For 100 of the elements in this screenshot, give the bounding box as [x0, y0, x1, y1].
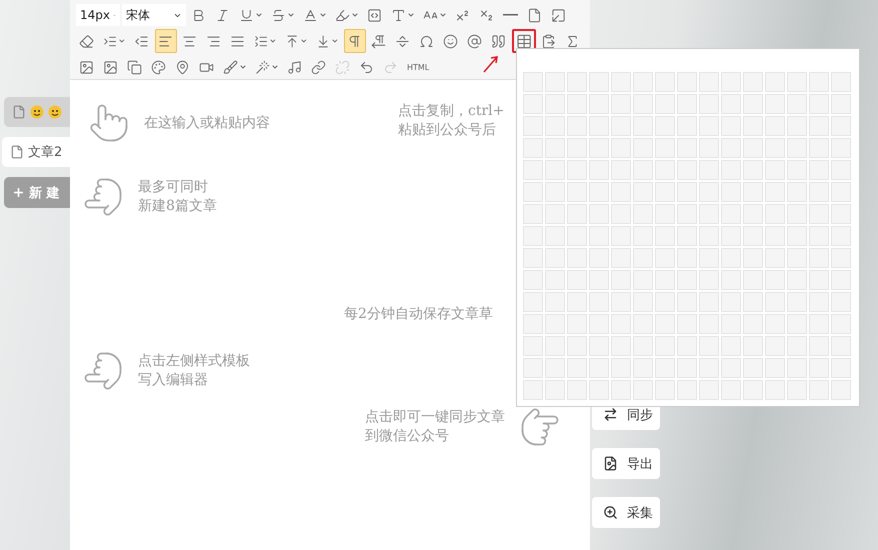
grid-cell[interactable]	[611, 160, 631, 180]
grid-cell[interactable]	[567, 138, 587, 158]
grid-cell[interactable]	[787, 204, 807, 224]
grid-cell[interactable]	[523, 380, 543, 400]
grid-cell[interactable]	[523, 248, 543, 268]
grid-cell[interactable]	[831, 138, 851, 158]
grid-cell[interactable]	[589, 116, 609, 136]
grid-cell[interactable]	[567, 380, 587, 400]
grid-cell[interactable]	[809, 380, 829, 400]
grid-cell[interactable]	[589, 270, 609, 290]
grid-cell[interactable]	[589, 204, 609, 224]
grid-cell[interactable]	[567, 248, 587, 268]
grid-cell[interactable]	[655, 160, 675, 180]
grid-cell[interactable]	[809, 182, 829, 202]
grid-cell[interactable]	[633, 270, 653, 290]
grid-cell[interactable]	[633, 314, 653, 334]
grid-cell[interactable]	[809, 358, 829, 378]
grid-cell[interactable]	[589, 182, 609, 202]
grid-cell[interactable]	[633, 248, 653, 268]
grid-cell[interactable]	[545, 336, 565, 356]
grid-cell[interactable]	[831, 380, 851, 400]
grid-cell[interactable]	[633, 182, 653, 202]
grid-cell[interactable]	[545, 248, 565, 268]
grid-cell[interactable]	[765, 380, 785, 400]
grid-cell[interactable]	[633, 292, 653, 312]
grid-cell[interactable]	[787, 270, 807, 290]
grid-cell[interactable]	[699, 380, 719, 400]
grid-cell[interactable]	[633, 94, 653, 114]
grid-cell[interactable]	[765, 270, 785, 290]
grid-cell[interactable]	[633, 358, 653, 378]
grid-cell[interactable]	[611, 336, 631, 356]
grid-cell[interactable]	[787, 182, 807, 202]
grid-cell[interactable]	[743, 94, 763, 114]
grid-cell[interactable]	[633, 336, 653, 356]
grid-cell[interactable]	[765, 248, 785, 268]
grid-cell[interactable]	[787, 380, 807, 400]
grid-cell[interactable]	[633, 72, 653, 92]
html-button[interactable]: HTML	[404, 55, 432, 79]
grid-cell[interactable]	[677, 116, 697, 136]
grid-cell[interactable]	[655, 138, 675, 158]
grid-cell[interactable]	[611, 292, 631, 312]
grid-cell[interactable]	[523, 182, 543, 202]
grid-cell[interactable]	[787, 336, 807, 356]
grid-cell[interactable]	[765, 94, 785, 114]
grid-cell[interactable]	[677, 292, 697, 312]
grid-cell[interactable]	[743, 270, 763, 290]
grid-cell[interactable]	[567, 116, 587, 136]
grid-cell[interactable]	[809, 160, 829, 180]
grid-cell[interactable]	[809, 226, 829, 246]
grid-cell[interactable]	[655, 358, 675, 378]
grid-cell[interactable]	[567, 292, 587, 312]
grid-cell[interactable]	[787, 160, 807, 180]
grid-cell[interactable]	[523, 138, 543, 158]
grid-cell[interactable]	[831, 336, 851, 356]
grid-cell[interactable]	[765, 314, 785, 334]
grid-cell[interactable]	[611, 138, 631, 158]
grid-cell[interactable]	[743, 226, 763, 246]
grid-cell[interactable]	[677, 358, 697, 378]
grid-cell[interactable]	[765, 358, 785, 378]
grid-cell[interactable]	[743, 138, 763, 158]
grid-cell[interactable]	[545, 292, 565, 312]
grid-cell[interactable]	[743, 336, 763, 356]
grid-cell[interactable]	[611, 72, 631, 92]
grid-cell[interactable]	[809, 116, 829, 136]
grid-cell[interactable]	[545, 138, 565, 158]
grid-cell[interactable]	[545, 204, 565, 224]
grid-cell[interactable]	[567, 226, 587, 246]
grid-cell[interactable]	[809, 248, 829, 268]
grid-cell[interactable]	[721, 204, 741, 224]
grid-cell[interactable]	[677, 72, 697, 92]
toolbar-button[interactable]	[344, 29, 366, 53]
grid-cell[interactable]	[677, 160, 697, 180]
grid-cell[interactable]	[699, 94, 719, 114]
grid-cell[interactable]	[633, 380, 653, 400]
grid-cell[interactable]	[787, 72, 807, 92]
grid-cell[interactable]	[589, 358, 609, 378]
grid-cell[interactable]	[589, 380, 609, 400]
grid-cell[interactable]	[655, 116, 675, 136]
grid-cell[interactable]	[611, 116, 631, 136]
grid-cell[interactable]	[787, 248, 807, 268]
grid-cell[interactable]	[743, 314, 763, 334]
grid-cell[interactable]	[611, 204, 631, 224]
grid-cell[interactable]	[721, 248, 741, 268]
grid-cell[interactable]	[589, 336, 609, 356]
article-tab[interactable]	[4, 97, 70, 127]
grid-cell[interactable]	[743, 182, 763, 202]
toolbar-button[interactable]	[154, 29, 177, 53]
grid-cell[interactable]	[567, 204, 587, 224]
grid-cell[interactable]	[589, 248, 609, 268]
grid-cell[interactable]	[699, 270, 719, 290]
grid-cell[interactable]	[567, 94, 587, 114]
grid-cell[interactable]	[567, 72, 587, 92]
grid-cell[interactable]	[831, 204, 851, 224]
grid-cell[interactable]	[831, 292, 851, 312]
grid-cell[interactable]	[765, 226, 785, 246]
grid-cell[interactable]	[589, 94, 609, 114]
grid-cell[interactable]	[809, 336, 829, 356]
grid-cell[interactable]	[677, 204, 697, 224]
grid-cell[interactable]	[809, 94, 829, 114]
grid-cell[interactable]	[567, 336, 587, 356]
